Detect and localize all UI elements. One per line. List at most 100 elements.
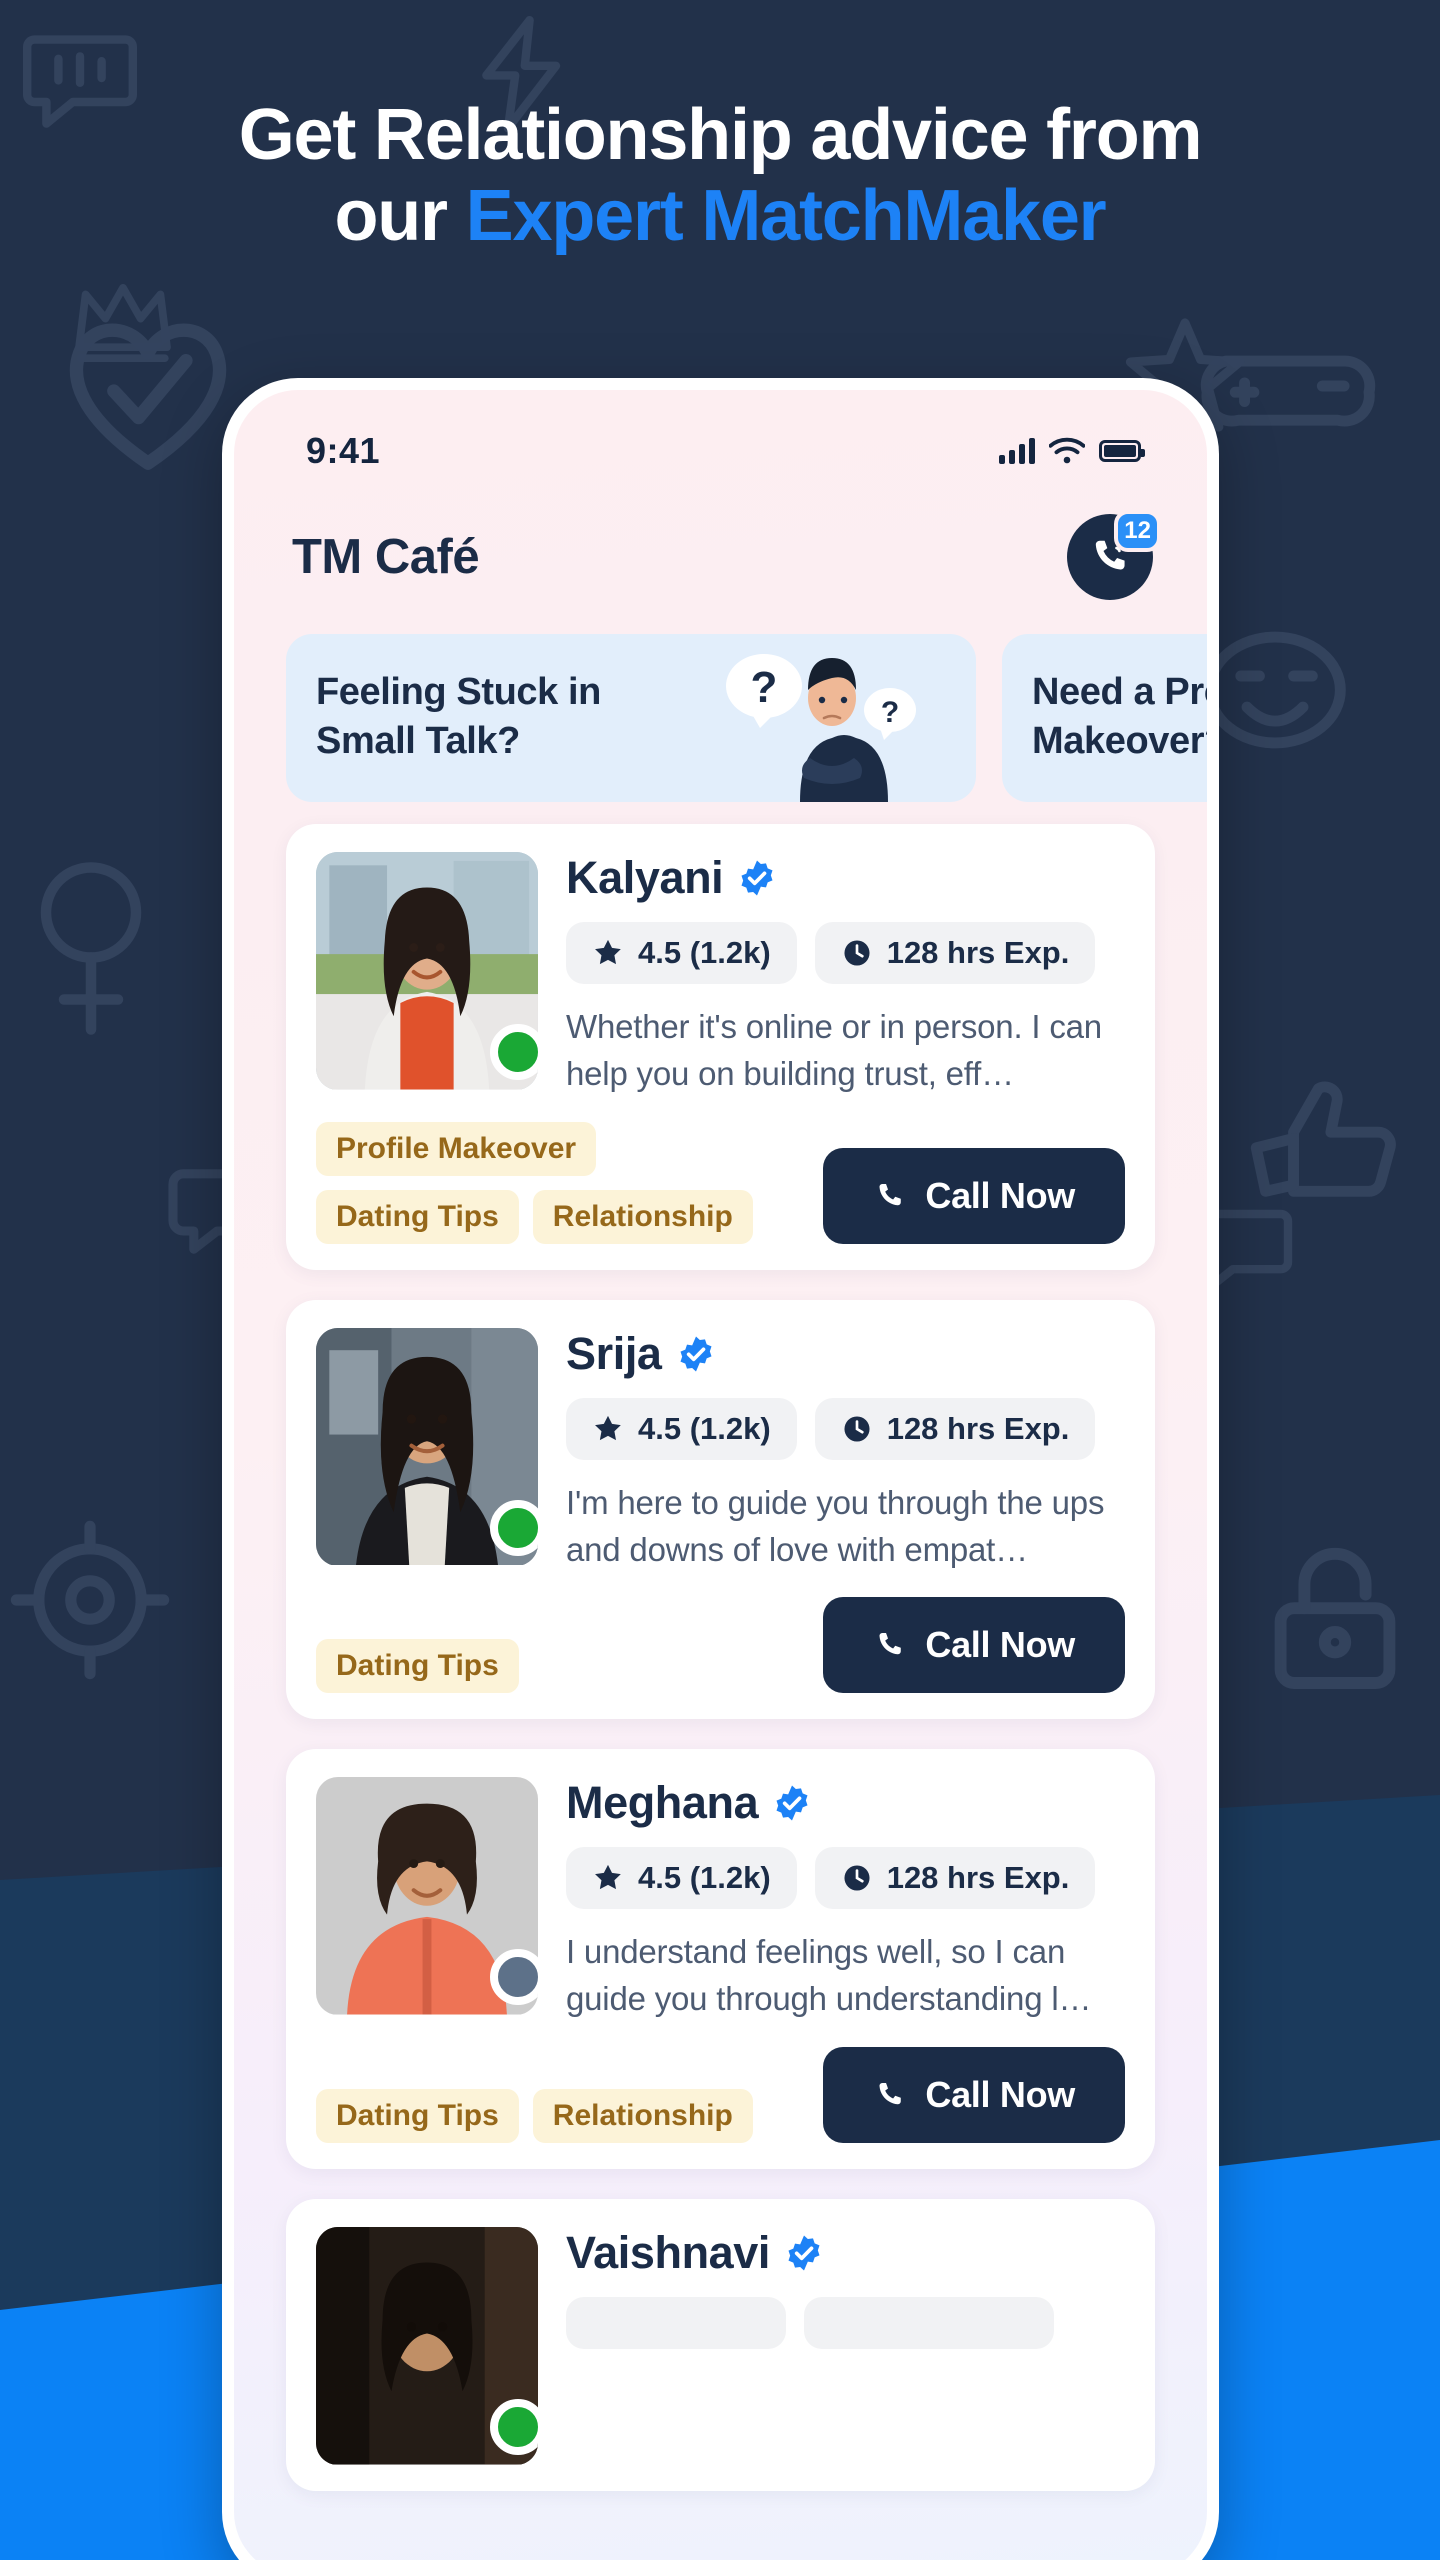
status-dot-online	[490, 2399, 538, 2456]
rating-pill: 4.5 (1.2k)	[566, 922, 797, 984]
avatar	[316, 852, 538, 1090]
phone-icon	[879, 2083, 902, 2105]
call-badge-count: 12	[1114, 510, 1161, 552]
expert-card[interactable]: Meghana 4.5 (1.2k) 128 hrs Exp. I unders…	[286, 1749, 1155, 2170]
promo-card[interactable]: Feeling Stuck in Small Talk? ? ?	[286, 634, 976, 802]
verified-badge-icon	[680, 1336, 712, 1372]
expert-bio: Whether it's online or in person. I can …	[566, 1008, 1102, 1092]
verified-badge-icon	[788, 2235, 820, 2271]
expert-card[interactable]: Kalyani 4.5 (1.2k) 128 hrs Exp. Whether …	[286, 824, 1155, 1270]
avatar	[316, 2227, 538, 2465]
expert-info: Meghana 4.5 (1.2k) 128 hrs Exp. I unders…	[566, 1777, 1125, 2023]
svg-text:?: ?	[751, 663, 778, 712]
promo-title: Need a Profile Makeover?	[1032, 671, 1207, 762]
expert-stats: 4.5 (1.2k) 128 hrs Exp.	[566, 1397, 1125, 1460]
expert-name: Meghana	[566, 1777, 759, 1829]
tag[interactable]: Relationship	[532, 2089, 753, 2144]
experience-pill: 128 hrs Exp.	[814, 1397, 1096, 1460]
promo-card[interactable]: Need a Profile Makeover?	[1002, 634, 1207, 802]
expert-card-bottom: Dating Tips Call Now	[316, 1597, 1125, 1694]
cellular-signal-icon	[999, 438, 1035, 464]
clock-icon	[844, 1865, 870, 1891]
call-now-button[interactable]: Call Now	[823, 2047, 1125, 2144]
verified-badge-icon	[741, 860, 773, 896]
call-history-button[interactable]: 12	[1067, 510, 1161, 600]
tag[interactable]: Dating Tips	[316, 2089, 519, 2144]
experience-value: 128 hrs Exp.	[886, 935, 1070, 970]
tag[interactable]: Dating Tips	[316, 1639, 519, 1694]
promo-title: Feeling Stuck in Small Talk?	[316, 671, 601, 762]
expert-stats: 4.5 (1.2k) 128 hrs Exp.	[566, 922, 1125, 984]
expert-info: Vaishnavi	[566, 2227, 1125, 2465]
expert-card[interactable]: Srija 4.5 (1.2k) 128 hrs Exp. I'm here t…	[286, 1299, 1155, 1720]
expert-info: Srija 4.5 (1.2k) 128 hrs Exp. I'm here t…	[566, 1328, 1125, 1574]
expert-list: Kalyani 4.5 (1.2k) 128 hrs Exp. Whether …	[234, 802, 1207, 2492]
avatar	[316, 1777, 538, 2015]
rating-value: 4.5 (1.2k)	[638, 1860, 771, 1896]
status-icons	[999, 437, 1145, 465]
expert-name-row: Srija	[566, 1328, 1125, 1380]
clock-icon	[844, 940, 870, 966]
experience-pill: 128 hrs Exp.	[814, 1847, 1096, 1910]
status-dot-online	[490, 1024, 538, 1080]
expert-name: Vaishnavi	[566, 2227, 771, 2279]
promo-carousel[interactable]: Feeling Stuck in Small Talk? ? ? Need a …	[234, 616, 1207, 802]
star-icon	[595, 1415, 621, 1440]
experience-pill-placeholder	[804, 2297, 1054, 2350]
wifi-icon	[1049, 437, 1085, 464]
experience-pill: 128 hrs Exp.	[814, 922, 1096, 984]
call-now-button[interactable]: Call Now	[823, 1147, 1125, 1244]
expert-name-row: Vaishnavi	[566, 2227, 1125, 2279]
confused-man-illustration: ? ?	[726, 654, 916, 802]
headline-line-2: our Expert MatchMaker	[0, 176, 1440, 257]
expert-card-top: Meghana 4.5 (1.2k) 128 hrs Exp. I unders…	[316, 1777, 1125, 2023]
star-icon	[595, 1865, 621, 1890]
call-now-label: Call Now	[925, 1624, 1075, 1666]
status-dot-online	[490, 1499, 538, 1556]
phone-icon	[879, 1183, 902, 1205]
call-now-button[interactable]: Call Now	[823, 1597, 1125, 1694]
expert-stats-placeholder	[566, 2297, 1125, 2350]
page-headline: Get Relationship advice from our Expert …	[0, 95, 1440, 256]
rating-pill: 4.5 (1.2k)	[566, 1847, 797, 1910]
expert-name: Kalyani	[566, 852, 724, 903]
rating-pill: 4.5 (1.2k)	[566, 1397, 797, 1460]
phone-icon	[879, 1633, 902, 1655]
experience-value: 128 hrs Exp.	[886, 1860, 1070, 1896]
call-now-label: Call Now	[925, 1174, 1075, 1216]
status-bar: 9:41	[234, 390, 1207, 486]
app-title: TM Café	[292, 530, 480, 584]
phone-screen: 9:41 TM Café 12 Feeling Stuck in Small T…	[234, 390, 1207, 2560]
battery-full-icon	[1099, 440, 1145, 462]
experience-value: 128 hrs Exp.	[886, 1410, 1070, 1446]
clock-icon	[844, 1416, 870, 1442]
expert-bio: I understand feelings well, so I can gui…	[566, 1933, 1092, 2018]
status-time: 9:41	[306, 430, 381, 471]
verified-badge-icon	[776, 1785, 808, 1821]
star-icon	[595, 939, 621, 965]
expert-card[interactable]: Vaishnavi	[286, 2199, 1155, 2492]
phone-mockup: 9:41 TM Café 12 Feeling Stuck in Small T…	[222, 378, 1219, 2560]
app-header: TM Café 12	[234, 486, 1207, 616]
expert-card-top: Vaishnavi	[316, 2227, 1125, 2465]
expert-info: Kalyani 4.5 (1.2k) 128 hrs Exp. Whether …	[566, 852, 1125, 1098]
tag[interactable]: Relationship	[532, 1189, 753, 1244]
headline-line-1: Get Relationship advice from	[238, 95, 1203, 175]
expert-card-bottom: Profile Makeover Dating Tips Relationshi…	[316, 1121, 1125, 1244]
expert-card-top: Kalyani 4.5 (1.2k) 128 hrs Exp. Whether …	[316, 852, 1125, 1098]
expert-tags: Profile Makeover Dating Tips Relationshi…	[316, 1121, 803, 1244]
expert-tags: Dating Tips Relationship	[316, 2089, 753, 2144]
headline-prefix: our	[334, 175, 466, 256]
avatar	[316, 1327, 538, 1566]
rating-value: 4.5 (1.2k)	[638, 935, 771, 970]
tag[interactable]: Dating Tips	[316, 1189, 519, 1244]
expert-card-top: Srija 4.5 (1.2k) 128 hrs Exp. I'm here t…	[316, 1327, 1125, 1574]
rating-value: 4.5 (1.2k)	[638, 1410, 771, 1446]
tag[interactable]: Profile Makeover	[316, 1121, 597, 1176]
svg-text:?: ?	[881, 696, 899, 729]
expert-name-row: Meghana	[566, 1777, 1125, 1829]
expert-name-row: Kalyani	[566, 852, 1125, 904]
expert-stats: 4.5 (1.2k) 128 hrs Exp.	[566, 1847, 1125, 1910]
headline-accent: Expert MatchMaker	[465, 175, 1107, 256]
call-now-label: Call Now	[925, 2074, 1075, 2116]
